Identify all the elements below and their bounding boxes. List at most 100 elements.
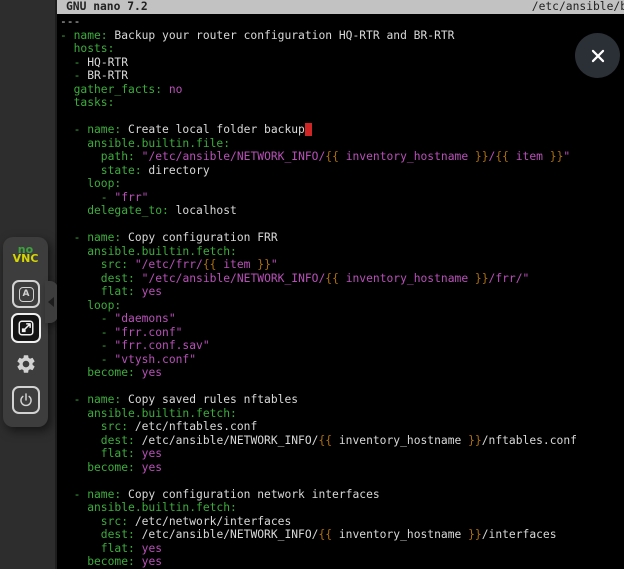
collapse-arrow-icon — [48, 297, 54, 307]
code-segment: /etc/ansible/NETWORK_INFO/ — [135, 434, 319, 447]
code-segment: yes — [142, 461, 162, 474]
code-segment: - — [60, 191, 114, 204]
code-line: loop: — [60, 299, 624, 313]
code-line: gather_facts: no — [60, 83, 624, 97]
code-line — [60, 218, 624, 232]
keyboard-key-icon: A — [19, 287, 34, 302]
code-line: dest: /etc/ansible/NETWORK_INFO/{{ inven… — [60, 434, 624, 448]
code-line: - "frr.conf" — [60, 326, 624, 340]
editor-area[interactable]: ---- name: Backup your router configurat… — [60, 15, 624, 569]
code-segment: - name: — [60, 123, 121, 136]
code-line: dest: /etc/ansible/NETWORK_INFO/{{ inven… — [60, 528, 624, 542]
code-line: hosts: — [60, 42, 624, 56]
code-segment — [135, 542, 142, 555]
code-segment: }} — [257, 258, 271, 271]
code-segment: }} — [468, 434, 482, 447]
code-line: - name: Create local folder backup — [60, 123, 624, 137]
code-segment: "frr" — [114, 191, 148, 204]
code-segment: Copy saved rules nftables — [121, 393, 298, 406]
code-segment: " — [563, 150, 570, 163]
code-line: - BR-RTR — [60, 69, 624, 83]
code-line: - "vtysh.conf" — [60, 353, 624, 367]
code-segment: - name: — [60, 29, 108, 42]
code-segment — [135, 461, 142, 474]
code-segment: src: — [60, 420, 128, 433]
code-segment: inventory_hostname — [339, 150, 475, 163]
code-segment: hosts: — [60, 42, 114, 55]
code-segment — [135, 366, 142, 379]
code-segment — [135, 285, 142, 298]
code-segment: no — [169, 83, 183, 96]
code-segment — [135, 447, 142, 460]
code-segment: ansible.builtin.fetch: — [60, 245, 237, 258]
code-segment: " — [271, 258, 278, 271]
nano-filename: /etc/ansible/b — [532, 0, 624, 14]
code-segment: /interfaces — [482, 528, 557, 541]
code-line: - HQ-RTR — [60, 56, 624, 70]
code-line: - "daemons" — [60, 312, 624, 326]
code-line: --- — [60, 15, 624, 29]
code-line: - "frr.conf.sav" — [60, 339, 624, 353]
vnc-control-panel: no VNC A — [3, 237, 48, 427]
code-segment: --- — [60, 15, 80, 28]
code-line: flat: yes — [60, 447, 624, 461]
code-segment — [135, 555, 142, 568]
fullscreen-button[interactable] — [11, 313, 41, 343]
code-segment: delegate_to: — [60, 204, 169, 217]
code-segment: become: — [60, 461, 135, 474]
code-segment: "vtysh.conf" — [114, 353, 196, 366]
novnc-logo: no VNC — [3, 245, 48, 263]
code-segment: state: — [60, 164, 142, 177]
disconnect-button[interactable] — [12, 386, 40, 414]
code-segment: ansible.builtin.file: — [60, 137, 230, 150]
code-segment: become: — [60, 555, 135, 568]
code-segment: - — [60, 69, 87, 82]
code-line: - name: Backup your router configuration… — [60, 29, 624, 43]
code-line: delegate_to: localhost — [60, 204, 624, 218]
code-segment: Backup your router configuration HQ-RTR … — [108, 29, 455, 42]
settings-button[interactable] — [12, 350, 40, 378]
close-button[interactable] — [575, 33, 620, 78]
code-segment: flat: — [60, 542, 135, 555]
code-segment: }} — [475, 150, 489, 163]
code-segment: path: — [60, 150, 135, 163]
code-segment: flat: — [60, 285, 135, 298]
code-segment: - name: — [60, 488, 121, 501]
code-line: path: "/etc/ansible/NETWORK_INFO/{{ inve… — [60, 150, 624, 164]
code-line: become: yes — [60, 461, 624, 475]
code-line: state: directory — [60, 164, 624, 178]
code-segment: {{ — [203, 258, 217, 271]
code-segment: loop: — [60, 177, 121, 190]
code-segment — [128, 258, 135, 271]
code-segment: Create local folder backup — [121, 123, 305, 136]
code-segment: dest: — [60, 528, 135, 541]
extra-keys-button[interactable]: A — [12, 280, 40, 308]
code-line: flat: yes — [60, 285, 624, 299]
code-line: src: /etc/network/interfaces — [60, 515, 624, 529]
code-segment: yes — [142, 285, 162, 298]
code-segment: src: — [60, 515, 128, 528]
code-line: - name: Copy configuration FRR — [60, 231, 624, 245]
vnc-sidebar: no VNC A — [0, 0, 57, 569]
code-segment: ansible.builtin.fetch: — [60, 501, 237, 514]
code-segment: inventory_hostname — [339, 272, 475, 285]
code-line: become: yes — [60, 555, 624, 569]
code-line: - name: Copy saved rules nftables — [60, 393, 624, 407]
code-line: - name: Copy configuration network inter… — [60, 488, 624, 502]
code-segment — [135, 272, 142, 285]
code-segment: - — [60, 56, 87, 69]
code-segment: yes — [142, 447, 162, 460]
code-line: loop: — [60, 177, 624, 191]
code-segment: directory — [142, 164, 210, 177]
novnc-logo-line2: VNC — [3, 254, 48, 263]
code-segment: inventory_hostname — [332, 434, 468, 447]
code-segment: ansible.builtin.fetch: — [60, 407, 237, 420]
code-segment: }} — [475, 272, 489, 285]
code-segment: {{ — [495, 150, 509, 163]
code-segment: HQ-RTR — [87, 56, 128, 69]
code-segment: item — [216, 258, 257, 271]
code-segment: gather_facts: — [60, 83, 162, 96]
code-segment: /etc/ansible/NETWORK_INFO/ — [135, 528, 319, 541]
code-segment: dest: — [60, 434, 135, 447]
code-line: dest: "/etc/ansible/NETWORK_INFO/{{ inve… — [60, 272, 624, 286]
